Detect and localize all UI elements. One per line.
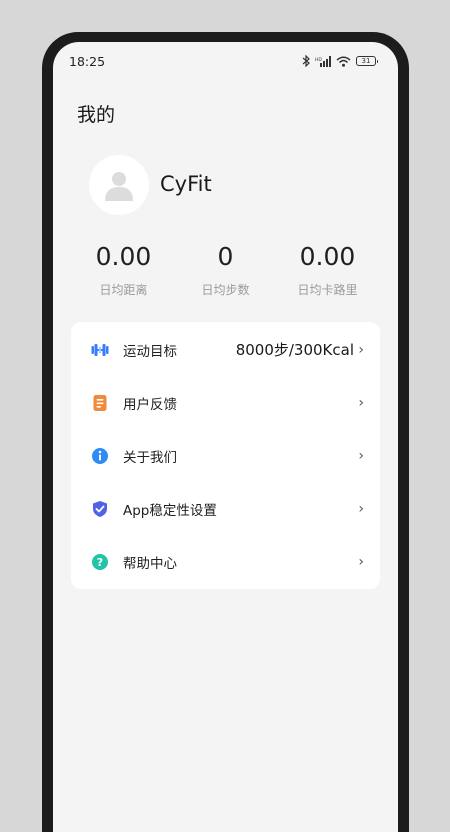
stat-avg-calories: 0.00 日均卡路里: [277, 242, 378, 298]
menu-item-help-center[interactable]: ? 帮助中心 ›: [71, 535, 380, 588]
screen: 18:25 HD 31 我的 CyFit 0.00 日均距离 0 日均步数 0.…: [53, 42, 398, 832]
menu-item-label: 运动目标: [123, 343, 177, 360]
menu-item-label: 帮助中心: [123, 555, 177, 572]
svg-text:HD: HD: [315, 57, 322, 63]
menu-item-label: 用户反馈: [123, 396, 177, 413]
chevron-right-icon: ›: [358, 553, 364, 570]
chevron-right-icon: ›: [358, 341, 364, 358]
status-bar: 18:25 HD 31: [53, 42, 398, 80]
dumbbell-icon: [91, 341, 109, 359]
stat-value: 0.00: [95, 242, 152, 271]
chevron-right-icon: ›: [358, 394, 364, 411]
stat-value: 0.00: [299, 242, 356, 271]
battery-level: 31: [361, 57, 371, 65]
battery-icon: 31: [356, 56, 378, 66]
document-icon: [91, 394, 109, 412]
shield-check-icon: [91, 500, 109, 518]
info-icon: [91, 447, 109, 465]
menu-card: 运动目标 8000步/300Kcal › 用户反馈 › 关于我们 › App稳定…: [71, 322, 380, 589]
stat-label: 日均步数: [201, 283, 250, 297]
menu-item-label: App稳定性设置: [123, 502, 217, 519]
status-time: 18:25: [69, 54, 106, 69]
signal-icon: HD: [315, 55, 331, 67]
stat-label: 日均距离: [99, 283, 148, 297]
svg-text:?: ?: [97, 556, 103, 569]
wifi-icon: [336, 56, 351, 67]
stat-avg-distance: 0.00 日均距离: [73, 242, 174, 298]
menu-item-feedback[interactable]: 用户反馈 ›: [71, 376, 380, 429]
stat-avg-steps: 0 日均步数: [175, 242, 276, 298]
menu-item-label: 关于我们: [123, 449, 177, 466]
username[interactable]: CyFit: [160, 172, 212, 196]
stat-value: 0: [217, 242, 234, 271]
bluetooth-icon: [302, 55, 310, 67]
menu-item-about-us[interactable]: 关于我们 ›: [71, 429, 380, 482]
phone-frame: 18:25 HD 31 我的 CyFit 0.00 日均距离 0 日均步数 0.…: [42, 32, 409, 832]
page-title: 我的: [77, 104, 116, 126]
user-placeholder-icon: [105, 172, 133, 201]
menu-item-value: 8000步/300Kcal: [235, 341, 354, 359]
menu-item-app-stability[interactable]: App稳定性设置 ›: [71, 482, 380, 535]
avatar[interactable]: [89, 155, 149, 215]
status-icons: HD 31: [302, 55, 378, 67]
chevron-right-icon: ›: [358, 447, 364, 464]
chevron-right-icon: ›: [358, 500, 364, 517]
menu-item-exercise-goal[interactable]: 运动目标 8000步/300Kcal ›: [71, 323, 380, 376]
help-icon: ?: [91, 553, 109, 571]
stat-label: 日均卡路里: [297, 283, 358, 297]
stats-row: 0.00 日均距离 0 日均步数 0.00 日均卡路里: [73, 242, 378, 298]
